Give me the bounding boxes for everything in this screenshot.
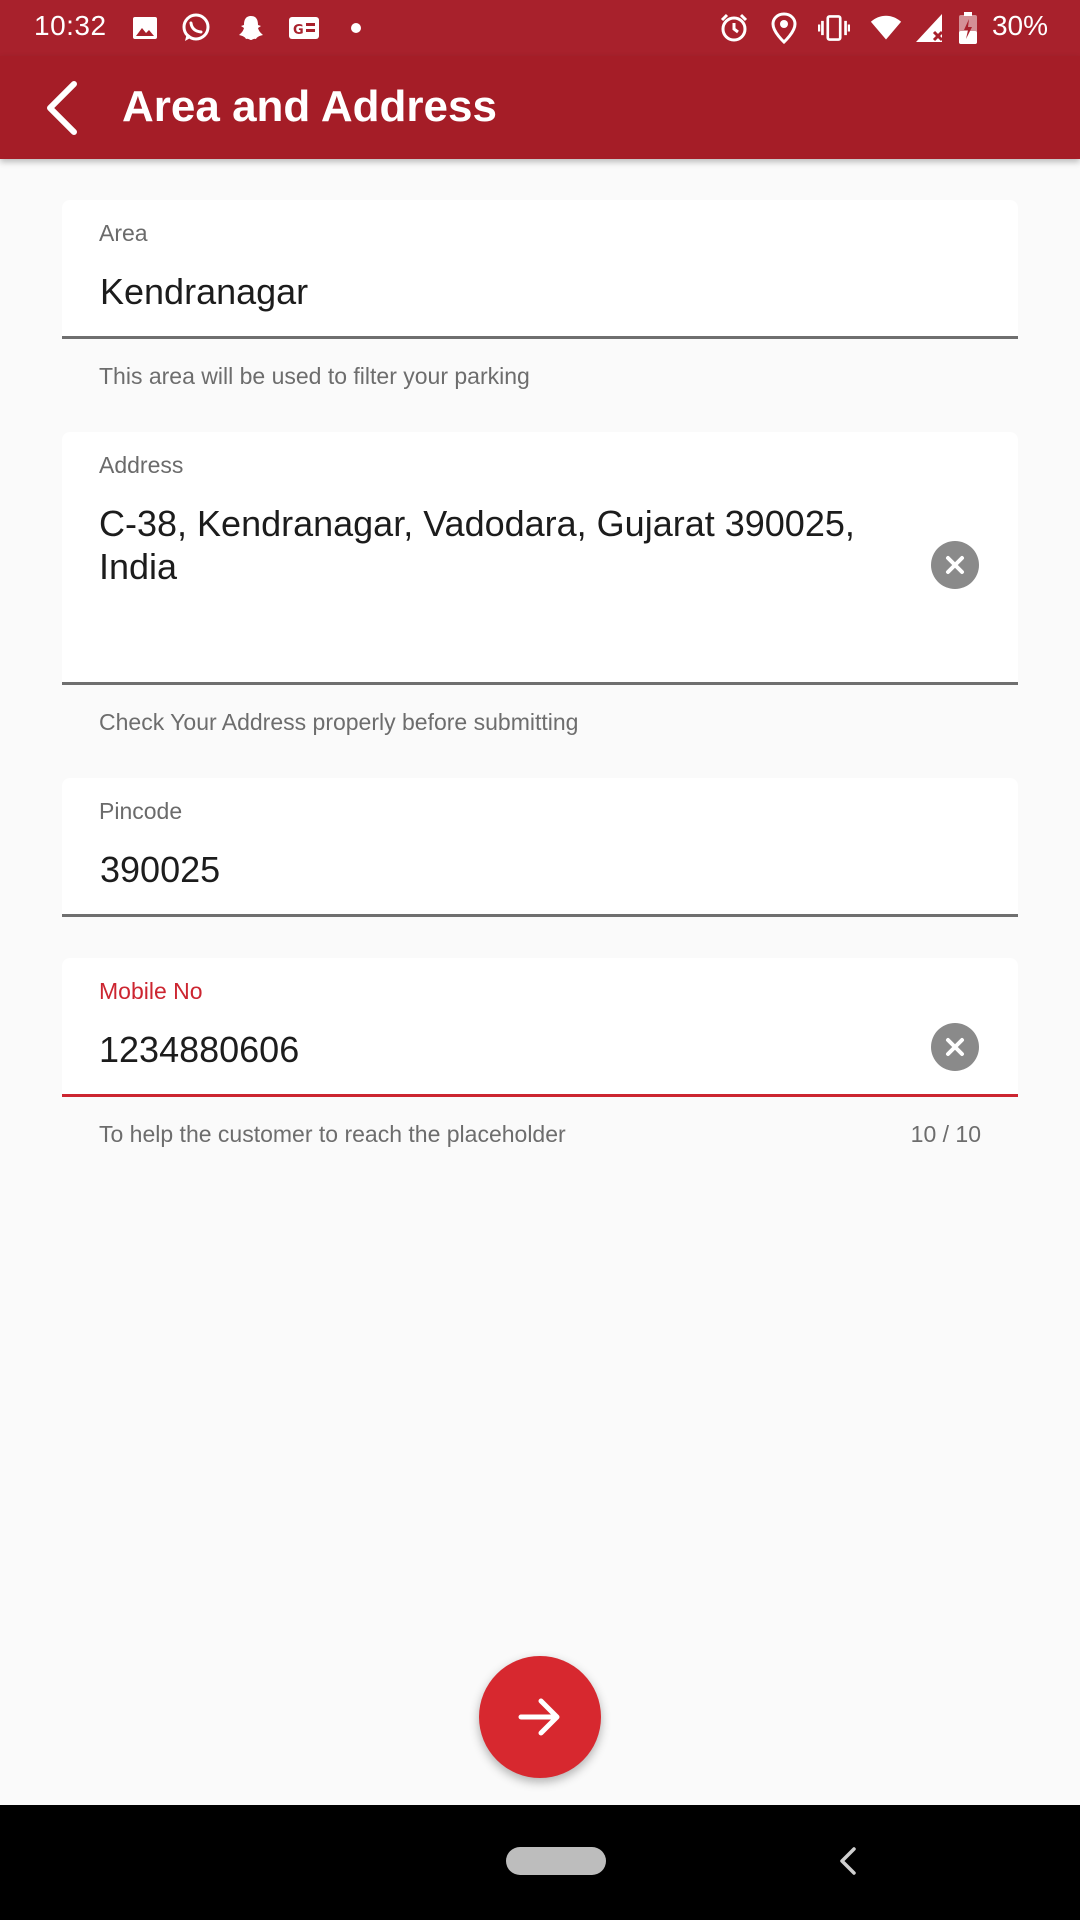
clear-icon bbox=[946, 556, 964, 574]
pincode-field[interactable]: Pincode 390025 bbox=[62, 778, 1018, 917]
page-title: Area and Address bbox=[122, 82, 497, 131]
back-button[interactable] bbox=[28, 74, 96, 142]
battery-percent: 30% bbox=[991, 10, 1048, 41]
location-icon bbox=[768, 12, 800, 44]
area-helper-text: This area will be used to filter your pa… bbox=[99, 363, 530, 389]
address-label: Address bbox=[99, 452, 184, 478]
image-icon bbox=[129, 12, 161, 44]
whatsapp-icon bbox=[180, 12, 212, 44]
system-back-button[interactable] bbox=[828, 1841, 868, 1881]
status-bar: 10:32 G 30% bbox=[0, 0, 1080, 56]
mobile-label: Mobile No bbox=[99, 978, 203, 1004]
area-value: Kendranagar bbox=[100, 271, 309, 312]
svg-text:G: G bbox=[293, 23, 304, 38]
vibrate-icon bbox=[818, 12, 850, 44]
next-button[interactable] bbox=[479, 1656, 601, 1778]
status-time: 10:32 bbox=[34, 10, 107, 41]
mobile-helper-text: To help the customer to reach the placeh… bbox=[99, 1121, 566, 1147]
mobile-char-counter: 10 / 10 bbox=[910, 1121, 981, 1147]
battery-icon bbox=[952, 12, 984, 44]
arrow-forward-icon bbox=[518, 1698, 560, 1736]
mobile-clear-button[interactable] bbox=[931, 1023, 979, 1071]
arrow-back-icon bbox=[47, 81, 77, 135]
address-value-line1: C-38, Kendranagar, Vadodara, Gujarat 390… bbox=[99, 503, 855, 544]
wifi-icon bbox=[870, 12, 902, 44]
clear-icon bbox=[946, 1038, 964, 1056]
pincode-value: 390025 bbox=[100, 849, 221, 890]
alarm-icon bbox=[718, 12, 750, 44]
area-label: Area bbox=[99, 220, 148, 246]
pincode-label: Pincode bbox=[99, 798, 183, 824]
address-helper-text: Check Your Address properly before submi… bbox=[99, 709, 579, 735]
home-button[interactable] bbox=[506, 1847, 606, 1875]
chevron-left-icon bbox=[840, 1847, 856, 1875]
address-clear-button[interactable] bbox=[931, 541, 979, 589]
address-field[interactable]: Address C-38, Kendranagar, Vadodara, Guj… bbox=[62, 432, 1018, 685]
area-field[interactable]: Area Kendranagar bbox=[62, 200, 1018, 339]
app-bar: Area and Address bbox=[0, 56, 1080, 159]
signal-icon bbox=[914, 12, 946, 44]
dot-icon bbox=[340, 12, 372, 44]
address-value-line2: India bbox=[99, 546, 178, 587]
mobile-field[interactable]: Mobile No 1234880606 bbox=[62, 958, 1018, 1097]
system-nav-bar bbox=[0, 1805, 1080, 1920]
snapchat-icon bbox=[235, 12, 267, 44]
mobile-value: 1234880606 bbox=[99, 1029, 300, 1070]
news-icon: G bbox=[288, 12, 320, 44]
